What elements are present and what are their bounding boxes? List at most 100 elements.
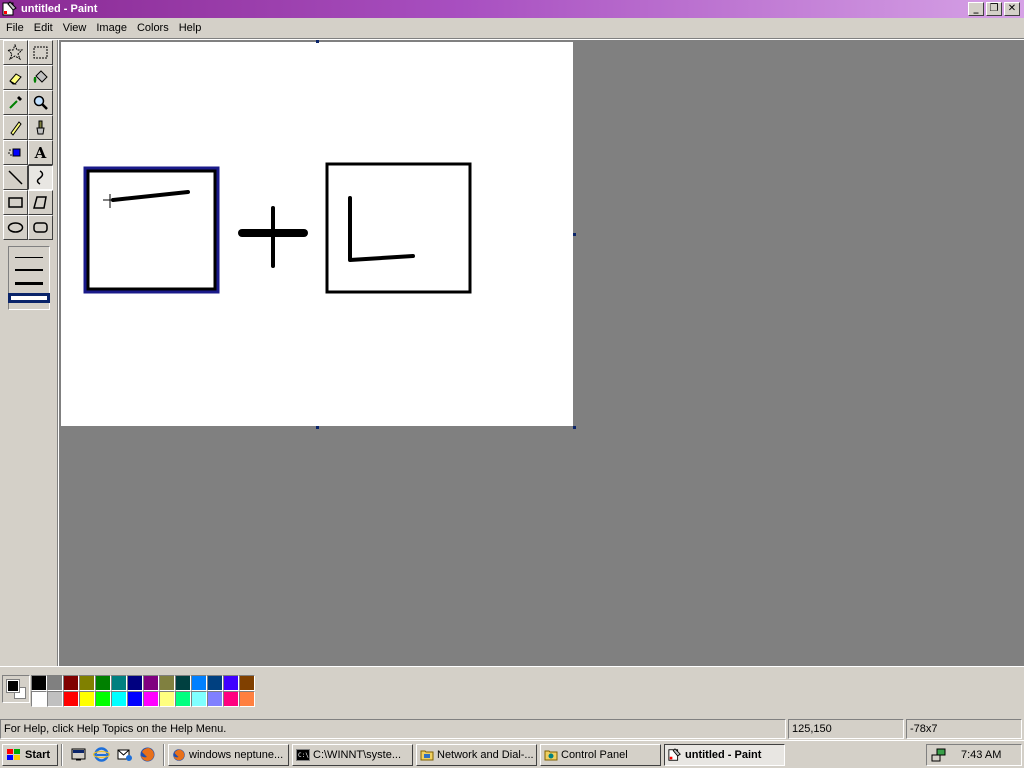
color-swatch[interactable] xyxy=(127,691,143,707)
outlook-icon[interactable] xyxy=(116,746,133,763)
color-swatch[interactable] xyxy=(175,675,191,691)
color-swatch[interactable] xyxy=(191,675,207,691)
firefox-icon[interactable] xyxy=(139,746,156,763)
minimize-button[interactable]: _ xyxy=(968,2,984,16)
task-label: Network and Dial-... xyxy=(437,748,534,761)
pencil-icon xyxy=(10,121,22,136)
resize-handle-right[interactable] xyxy=(573,233,576,236)
tool-magnifier[interactable] xyxy=(28,90,53,115)
tool-ellipse[interactable] xyxy=(3,215,28,240)
line-width-4[interactable] xyxy=(8,292,50,303)
tool-pick-color[interactable] xyxy=(3,90,28,115)
status-cursor-position: 125,150 xyxy=(788,719,904,739)
task-command-prompt[interactable]: C:\ C:\WINNT\syste... xyxy=(292,743,413,766)
task-control-panel[interactable]: Control Panel xyxy=(540,743,661,766)
window-title: untitled - Paint xyxy=(21,3,98,15)
color-swatch[interactable] xyxy=(63,691,79,707)
resize-handle-bottom[interactable] xyxy=(316,426,319,429)
tool-pencil[interactable] xyxy=(3,115,28,140)
color-swatch[interactable] xyxy=(31,691,47,707)
text-icon: A xyxy=(34,143,47,162)
resize-handle-corner[interactable] xyxy=(573,426,576,429)
title-bar[interactable]: untitled - Paint _ ❐ ✕ xyxy=(0,0,1024,18)
menu-file[interactable]: File xyxy=(1,20,29,36)
star-select-icon xyxy=(7,44,24,61)
menu-edit[interactable]: Edit xyxy=(29,20,58,36)
airbrush-icon xyxy=(8,148,21,157)
ie-icon[interactable] xyxy=(93,746,110,763)
minimize-icon: _ xyxy=(973,3,979,14)
color-swatch[interactable] xyxy=(159,675,175,691)
tool-brush[interactable] xyxy=(28,115,53,140)
color-swatch[interactable] xyxy=(95,691,111,707)
task-paint[interactable]: untitled - Paint xyxy=(664,743,785,766)
menu-view[interactable]: View xyxy=(58,20,92,36)
line-width-2[interactable] xyxy=(15,268,43,271)
tool-rectangle[interactable] xyxy=(3,190,28,215)
line-width-1[interactable] xyxy=(15,256,43,258)
color-swatch[interactable] xyxy=(79,691,95,707)
restore-button[interactable]: ❐ xyxy=(986,2,1002,16)
tool-fill-with-color[interactable] xyxy=(28,65,53,90)
close-button[interactable]: ✕ xyxy=(1004,2,1020,16)
color-swatch[interactable] xyxy=(207,691,223,707)
ellipse-icon xyxy=(7,222,24,233)
color-swatch[interactable] xyxy=(223,675,239,691)
network-icon[interactable] xyxy=(931,747,947,763)
paint-icon xyxy=(668,747,681,761)
task-network-dialup[interactable]: Network and Dial-... xyxy=(416,743,537,766)
color-swatch[interactable] xyxy=(223,691,239,707)
color-swatch[interactable] xyxy=(31,675,47,691)
close-icon: ✕ xyxy=(1007,3,1017,14)
drawing-box-left xyxy=(86,169,217,291)
status-help-text: For Help, click Help Topics on the Help … xyxy=(0,719,786,739)
tool-text[interactable]: A xyxy=(28,140,53,165)
color-swatch[interactable] xyxy=(207,675,223,691)
color-swatch[interactable] xyxy=(111,691,127,707)
color-swatch[interactable] xyxy=(175,691,191,707)
color-swatch[interactable] xyxy=(47,675,63,691)
current-colors[interactable] xyxy=(2,675,30,703)
tool-eraser[interactable] xyxy=(3,65,28,90)
tool-curve[interactable] xyxy=(28,165,53,190)
menu-image[interactable]: Image xyxy=(91,20,132,36)
color-swatch[interactable] xyxy=(239,691,255,707)
menu-help[interactable]: Help xyxy=(174,20,207,36)
paint-bucket-icon xyxy=(33,70,48,83)
line-width-3[interactable] xyxy=(15,281,43,285)
task-firefox[interactable]: windows neptune... xyxy=(168,743,289,766)
color-box xyxy=(0,666,1024,716)
tool-rounded-rectangle[interactable] xyxy=(28,215,53,240)
start-label: Start xyxy=(25,748,51,761)
color-swatch[interactable] xyxy=(159,691,175,707)
svg-text:C:\: C:\ xyxy=(298,752,309,759)
color-swatch[interactable] xyxy=(191,691,207,707)
color-swatch[interactable] xyxy=(143,675,159,691)
resize-handle-top[interactable] xyxy=(316,40,319,43)
show-desktop-icon[interactable] xyxy=(70,746,87,763)
tool-polygon[interactable] xyxy=(28,190,53,215)
tool-free-form-select[interactable] xyxy=(3,40,28,65)
menu-bar: File Edit View Image Colors Help xyxy=(0,18,1024,38)
menu-colors[interactable]: Colors xyxy=(132,20,174,36)
taskbar: Start windows neptune... C:\ C:\WINNT\sy… xyxy=(0,740,1024,768)
tool-line[interactable] xyxy=(3,165,28,190)
color-swatch[interactable] xyxy=(111,675,127,691)
color-swatch[interactable] xyxy=(127,675,143,691)
color-swatch[interactable] xyxy=(95,675,111,691)
color-swatch[interactable] xyxy=(63,675,79,691)
canvas-drawing xyxy=(83,162,472,294)
color-swatch[interactable] xyxy=(47,691,63,707)
color-swatch[interactable] xyxy=(79,675,95,691)
drawing-canvas[interactable] xyxy=(61,42,573,426)
task-label: untitled - Paint xyxy=(685,748,762,761)
clock[interactable]: 7:43 AM xyxy=(961,749,1001,761)
color-swatch[interactable] xyxy=(143,691,159,707)
canvas-workspace xyxy=(59,40,1024,666)
tool-airbrush[interactable] xyxy=(3,140,28,165)
task-label: C:\WINNT\syste... xyxy=(313,748,401,761)
tool-select[interactable] xyxy=(28,40,53,65)
start-button[interactable]: Start xyxy=(2,743,58,766)
color-swatch[interactable] xyxy=(239,675,255,691)
eraser-icon xyxy=(9,73,22,85)
